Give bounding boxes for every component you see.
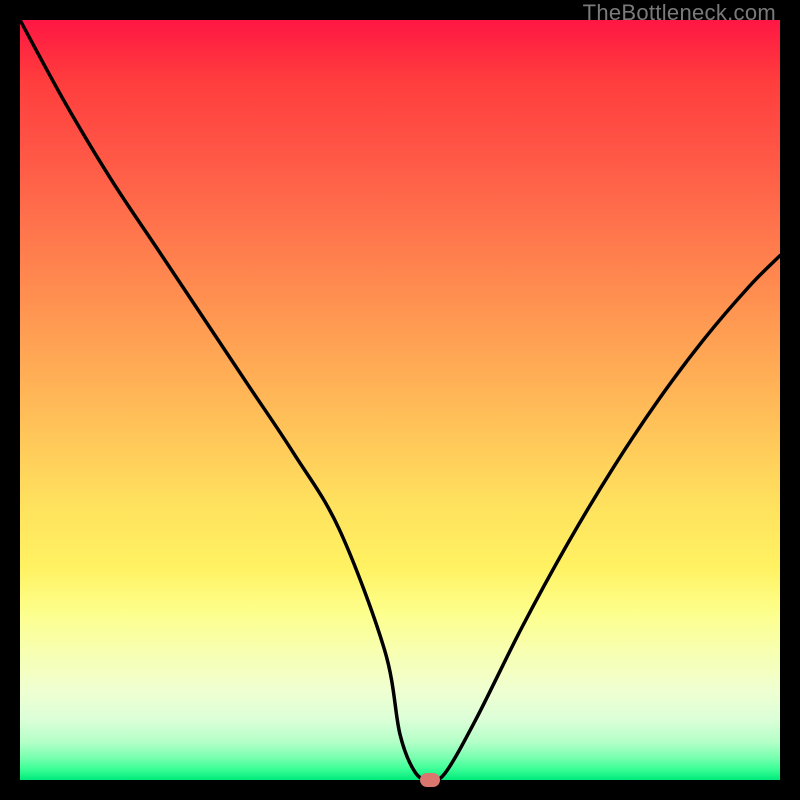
minimum-marker [420,773,440,787]
chart-frame: TheBottleneck.com [0,0,800,800]
bottleneck-curve [20,20,780,780]
plot-area [20,20,780,780]
